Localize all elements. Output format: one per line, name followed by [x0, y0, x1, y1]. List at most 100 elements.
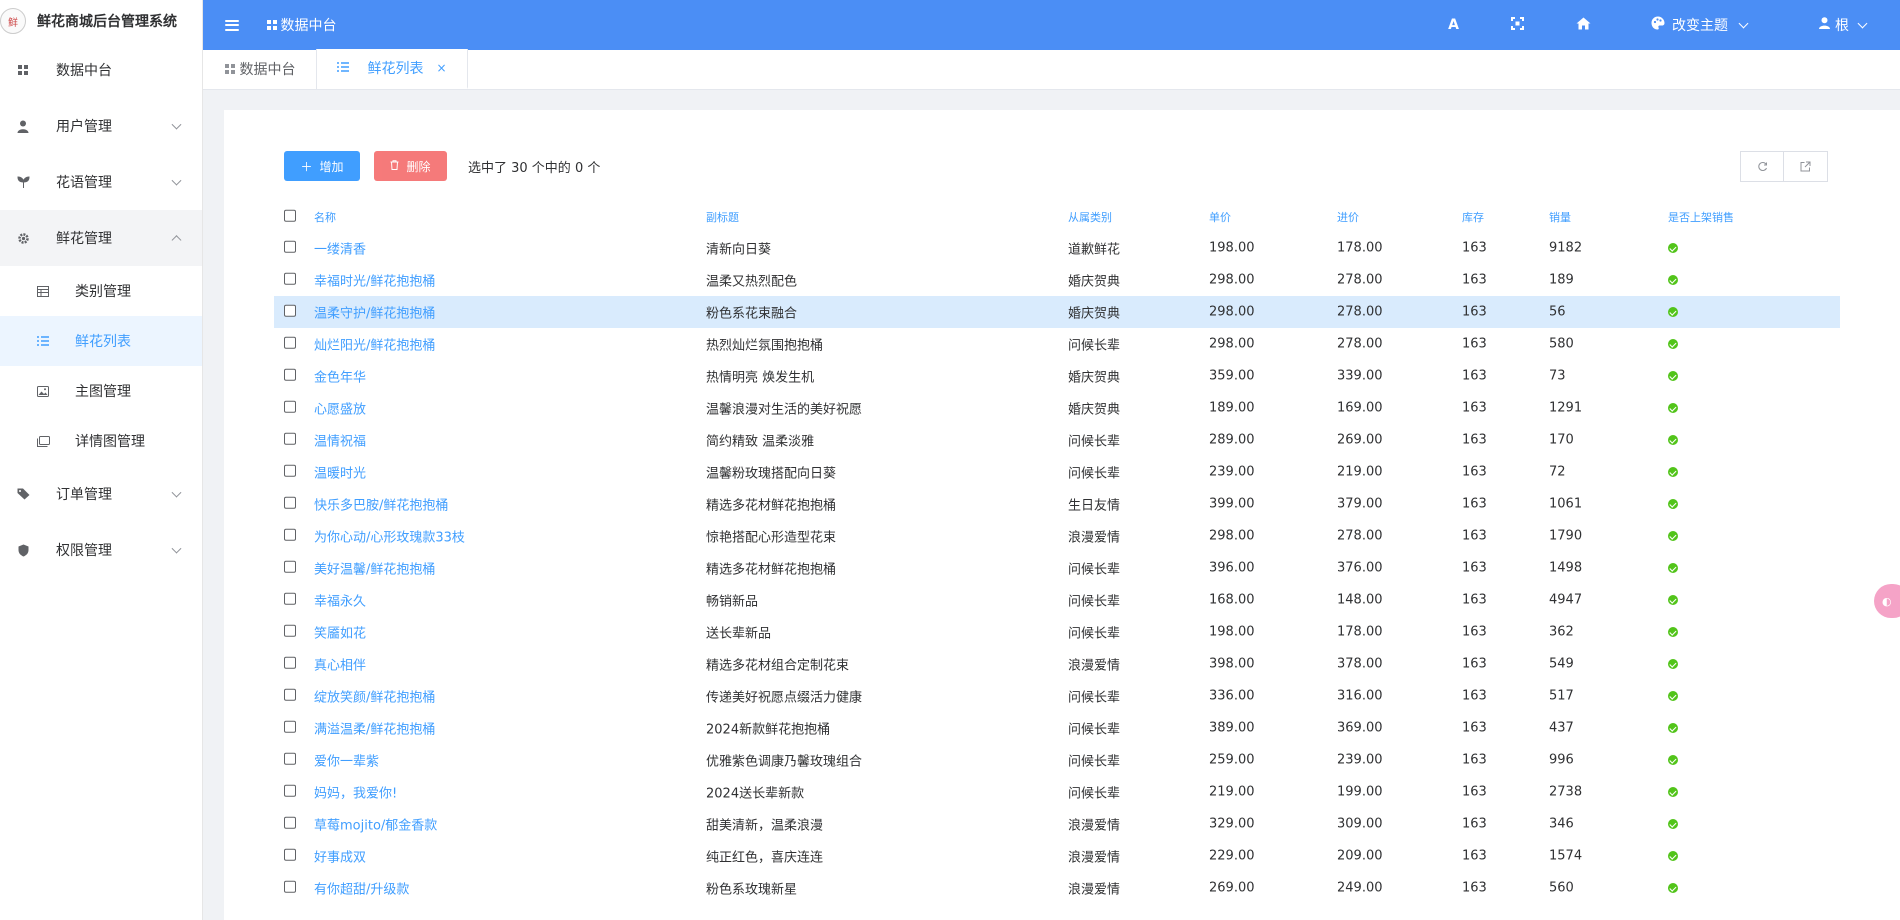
table-row[interactable]: 心愿盛放 温馨浪漫对生活的美好祝愿 婚庆贺典 189.00 169.00 163 1291 — [274, 392, 1840, 424]
row-checkbox[interactable] — [284, 272, 296, 285]
export-button[interactable] — [1784, 151, 1828, 182]
table-row[interactable]: 真心相伴 精选多花材组合定制花束 浪漫爱情 398.00 378.00 163 549 — [274, 648, 1840, 680]
flower-name-link[interactable]: 有你超甜/升级款 — [314, 879, 409, 898]
row-checkbox[interactable] — [284, 336, 296, 349]
user-menu[interactable]: 根 — [1819, 15, 1868, 35]
sidebar-item-orders[interactable]: 订单管理 — [0, 466, 202, 522]
row-checkbox[interactable] — [284, 624, 296, 637]
flower-name-link[interactable]: 笑靥如花 — [314, 623, 366, 642]
row-checkbox[interactable] — [284, 560, 296, 573]
flower-name-link[interactable]: 温柔守护/鲜花抱抱桶 — [314, 303, 435, 322]
table-row[interactable]: 笑靥如花 送长辈新品 问候长辈 198.00 178.00 163 362 — [274, 616, 1840, 648]
select-all-checkbox[interactable] — [284, 209, 296, 222]
flower-name-link[interactable]: 快乐多巴胺/鲜花抱抱桶 — [314, 495, 448, 514]
flower-name-link[interactable]: 温情祝福 — [314, 431, 366, 450]
col-header-category[interactable]: 从属类别 — [1068, 209, 1112, 225]
row-checkbox[interactable] — [284, 528, 296, 541]
table-row[interactable]: 快乐多巴胺/鲜花抱抱桶 精选多花材鲜花抱抱桶 生日友情 399.00 379.00 163… — [274, 488, 1840, 520]
table-row[interactable]: 金色年华 热情明亮 焕发生机 婚庆贺典 359.00 339.00 163 73 — [274, 360, 1840, 392]
flower-name-link[interactable]: 爱你一辈紫 — [314, 751, 379, 770]
flower-name-link[interactable]: 妈妈，我爱你! — [314, 783, 397, 802]
col-header-subtitle[interactable]: 副标题 — [706, 209, 739, 225]
close-icon[interactable]: × — [437, 61, 447, 75]
row-checkbox[interactable] — [284, 240, 296, 253]
row-checkbox[interactable] — [284, 464, 296, 477]
row-checkbox[interactable] — [284, 752, 296, 765]
sidebar-item-dashboard[interactable]: 数据中台 — [0, 42, 202, 98]
sidebar-item-flowers[interactable]: 鲜花管理 — [0, 210, 202, 266]
table-row[interactable]: 爱你一辈紫 优雅紫色调康乃馨玫瑰组合 问候长辈 259.00 239.00 163 996 — [274, 744, 1840, 776]
table-row[interactable]: 妈妈，我爱你! 2024送长辈新款 问候长辈 219.00 199.00 163 2738 — [274, 776, 1840, 808]
sidebar-item-users[interactable]: 用户管理 — [0, 98, 202, 154]
row-checkbox[interactable] — [284, 368, 296, 381]
table-row[interactable]: 美好温馨/鲜花抱抱桶 精选多花材鲜花抱抱桶 问候长辈 396.00 376.00 163 1… — [274, 552, 1840, 584]
sidebar-subitem-flower-list[interactable]: 鲜花列表 — [0, 316, 202, 366]
flower-name-link[interactable]: 灿烂阳光/鲜花抱抱桶 — [314, 335, 435, 354]
home-icon[interactable] — [1576, 17, 1591, 34]
row-checkbox[interactable] — [284, 880, 296, 893]
flower-name-link[interactable]: 心愿盛放 — [314, 399, 366, 418]
flower-sales: 549 — [1549, 656, 1574, 672]
table-row[interactable]: 灿烂阳光/鲜花抱抱桶 热烈灿烂氛围抱抱桶 问候长辈 298.00 278.00 163 58… — [274, 328, 1840, 360]
flower-name-link[interactable]: 草莓mojito/郁金香款 — [314, 815, 437, 834]
floating-helper-button[interactable]: ◐ — [1874, 584, 1900, 618]
tab-dashboard[interactable]: 数据中台 — [203, 49, 317, 89]
theme-switcher[interactable]: 改变主题 — [1651, 15, 1749, 35]
row-checkbox[interactable] — [284, 432, 296, 445]
row-checkbox[interactable] — [284, 592, 296, 605]
flower-name-link[interactable]: 幸福时光/鲜花抱抱桶 — [314, 271, 435, 290]
row-checkbox[interactable] — [284, 656, 296, 669]
row-checkbox[interactable] — [284, 784, 296, 797]
add-button[interactable]: ＋ 增加 — [284, 151, 360, 181]
table-row[interactable]: 一缕清香 清新向日葵 道歉鲜花 198.00 178.00 163 9182 — [274, 232, 1840, 264]
flower-stock: 163 — [1462, 560, 1487, 576]
table-row[interactable]: 有你超甜/升级款 粉色系玫瑰新星 浪漫爱情 269.00 249.00 163 560 — [274, 872, 1840, 904]
table-row[interactable]: 温情祝福 简约精致 温柔淡雅 问候长辈 289.00 269.00 163 170 — [274, 424, 1840, 456]
row-checkbox[interactable] — [284, 496, 296, 509]
flower-name-link[interactable]: 真心相伴 — [314, 655, 366, 674]
tab-flower-list[interactable]: 鲜花列表 × — [316, 49, 468, 89]
flower-name-link[interactable]: 一缕清香 — [314, 239, 366, 258]
flower-name-link[interactable]: 幸福永久 — [314, 591, 366, 610]
col-header-on-sale[interactable]: 是否上架销售 — [1668, 209, 1734, 225]
col-header-sales[interactable]: 销量 — [1549, 209, 1571, 225]
table-row[interactable]: 温暖时光 温馨粉玫瑰搭配向日葵 问候长辈 239.00 219.00 163 72 — [274, 456, 1840, 488]
table-row[interactable]: 满溢温柔/鲜花抱抱桶 2024新款鲜花抱抱桶 问候长辈 389.00 369.00 163… — [274, 712, 1840, 744]
refresh-button[interactable] — [1740, 151, 1784, 182]
menu-toggle-icon[interactable] — [225, 19, 239, 31]
row-checkbox[interactable] — [284, 720, 296, 733]
top-header: 数据中台 A 改变主题 根 — [203, 0, 1900, 50]
col-header-cost[interactable]: 进价 — [1337, 209, 1359, 225]
table-row[interactable]: 为你心动/心形玫瑰款33枝 惊艳搭配心形造型花束 浪漫爱情 298.00 278.00 1… — [274, 520, 1840, 552]
row-checkbox[interactable] — [284, 848, 296, 861]
flower-name-link[interactable]: 好事成双 — [314, 847, 366, 866]
flower-name-link[interactable]: 绽放笑颜/鲜花抱抱桶 — [314, 687, 435, 706]
fullscreen-icon[interactable] — [1511, 16, 1524, 34]
flower-subtitle: 粉色系花束融合 — [706, 306, 798, 322]
row-checkbox[interactable] — [284, 816, 296, 829]
font-size-icon[interactable]: A — [1448, 17, 1459, 33]
table-row[interactable]: 幸福永久 畅销新品 问候长辈 168.00 148.00 163 4947 — [274, 584, 1840, 616]
flower-name-link[interactable]: 金色年华 — [314, 367, 366, 386]
row-checkbox[interactable] — [284, 400, 296, 413]
sidebar-item-permissions[interactable]: 权限管理 — [0, 522, 202, 578]
table-row[interactable]: 绽放笑颜/鲜花抱抱桶 传递美好祝愿点缀活力健康 问候长辈 336.00 316.00 16… — [274, 680, 1840, 712]
col-header-price[interactable]: 单价 — [1209, 209, 1231, 225]
row-checkbox[interactable] — [284, 688, 296, 701]
flower-name-link[interactable]: 为你心动/心形玫瑰款33枝 — [314, 527, 465, 546]
sidebar-subitem-categories[interactable]: 类别管理 — [0, 266, 202, 316]
flower-name-link[interactable]: 美好温馨/鲜花抱抱桶 — [314, 559, 435, 578]
table-row[interactable]: 温柔守护/鲜花抱抱桶 粉色系花束融合 婚庆贺典 298.00 278.00 163 56 — [274, 296, 1840, 328]
col-header-stock[interactable]: 库存 — [1462, 209, 1484, 225]
flower-name-link[interactable]: 满溢温柔/鲜花抱抱桶 — [314, 719, 435, 738]
row-checkbox[interactable] — [284, 304, 296, 317]
table-row[interactable]: 幸福时光/鲜花抱抱桶 温柔又热烈配色 婚庆贺典 298.00 278.00 163 189 — [274, 264, 1840, 296]
delete-button[interactable]: 删除 — [374, 151, 447, 181]
flower-name-link[interactable]: 温暖时光 — [314, 463, 366, 482]
sidebar-subitem-main-images[interactable]: 主图管理 — [0, 366, 202, 416]
sidebar-item-flower-language[interactable]: 花语管理 — [0, 154, 202, 210]
col-header-name[interactable]: 名称 — [314, 209, 336, 225]
table-row[interactable]: 草莓mojito/郁金香款 甜美清新，温柔浪漫 浪漫爱情 329.00 309.00 16… — [274, 808, 1840, 840]
sidebar-subitem-detail-images[interactable]: 详情图管理 — [0, 416, 202, 466]
table-row[interactable]: 好事成双 纯正红色，喜庆连连 浪漫爱情 229.00 209.00 163 1574 — [274, 840, 1840, 872]
